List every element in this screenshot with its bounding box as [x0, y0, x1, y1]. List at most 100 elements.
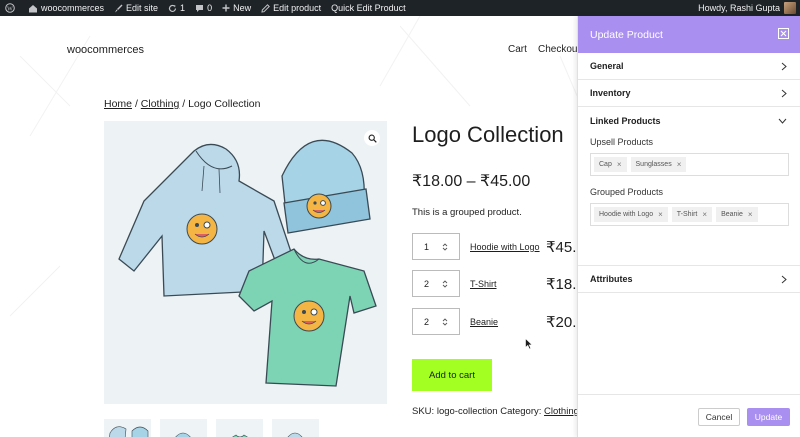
gallery-thumbnail[interactable]	[104, 419, 151, 437]
panel-header: Update Product	[578, 16, 800, 53]
svg-text:W: W	[7, 6, 13, 12]
quantity-value: 2	[424, 278, 430, 289]
spinner-icon[interactable]	[442, 279, 448, 289]
update-button[interactable]: Update	[747, 408, 790, 426]
breadcrumb-category[interactable]: Clothing	[141, 98, 180, 110]
comment-icon	[196, 4, 204, 12]
token-label: T-Shirt	[676, 211, 698, 218]
admin-howdy: Howdy, Rashi Gupta	[698, 3, 780, 13]
section-attributes-label: Attributes	[590, 274, 633, 284]
category-label: Category:	[500, 406, 542, 417]
breadcrumb-separator: /	[182, 98, 186, 110]
chevron-down-icon	[778, 118, 787, 124]
admin-edit-site[interactable]: Edit site	[109, 0, 163, 16]
remove-token-icon[interactable]: ×	[748, 210, 753, 219]
zoom-button[interactable]	[364, 130, 380, 146]
admin-site-name[interactable]: woocommerces	[23, 0, 109, 16]
remove-token-icon[interactable]: ×	[702, 210, 707, 219]
grouped-label: Grouped Products	[590, 187, 664, 197]
admin-new[interactable]: New	[217, 0, 256, 16]
magnifier-icon	[368, 134, 377, 143]
section-inventory[interactable]: Inventory	[578, 80, 800, 107]
sku-label: SKU:	[412, 406, 435, 417]
grouped-item-link[interactable]: Hoodie with Logo	[470, 242, 546, 252]
admin-edit-product[interactable]: Edit product	[256, 0, 326, 16]
remove-token-icon[interactable]: ×	[617, 160, 622, 169]
grouped-item-price: ₹45.	[546, 238, 577, 256]
section-linked-products[interactable]: Linked Products	[578, 107, 800, 134]
category-link[interactable]: Clothing	[544, 406, 579, 417]
grouped-item-link[interactable]: T-Shirt	[470, 279, 546, 289]
section-general-label: General	[590, 61, 624, 71]
product-price: ₹18.00 – ₹45.00	[412, 173, 531, 190]
site-title[interactable]: woocommerces	[67, 44, 144, 56]
section-attributes[interactable]: Attributes	[578, 266, 800, 293]
product-illustration	[118, 139, 377, 387]
section-linked-label: Linked Products	[590, 115, 661, 126]
nav-cart[interactable]: Cart	[508, 44, 527, 55]
grouped-item-row: 1 Hoodie with Logo ₹45.	[412, 233, 576, 260]
close-button[interactable]	[778, 28, 789, 39]
pencil-icon	[261, 3, 271, 13]
breadcrumb-home[interactable]: Home	[104, 98, 132, 110]
quantity-stepper[interactable]: 1	[412, 233, 460, 260]
upsell-token-field[interactable]: Cap × Sunglasses ×	[590, 153, 789, 176]
gallery-thumbnail[interactable]	[216, 419, 263, 437]
spinner-icon[interactable]	[442, 242, 448, 252]
thumbnail-illustration	[175, 432, 191, 437]
token-label: Beanie	[721, 211, 743, 218]
nav-checkout[interactable]: Checkout	[538, 44, 580, 55]
panel-footer: Cancel Update	[578, 394, 800, 437]
product-description: This is a grouped product.	[412, 207, 522, 218]
admin-comments[interactable]: 0	[190, 0, 217, 16]
product-title: Logo Collection	[412, 122, 564, 147]
spinner-icon[interactable]	[442, 317, 448, 327]
quantity-stepper[interactable]: 2	[412, 270, 460, 297]
close-icon	[780, 30, 787, 37]
grouped-item-row: 2 Beanie ₹20.	[412, 308, 576, 335]
breadcrumb-separator: /	[134, 98, 138, 110]
admin-quick-edit-label: Quick Edit Product	[331, 3, 406, 13]
wordpress-logo-icon[interactable]: W	[0, 0, 23, 16]
quantity-stepper[interactable]: 2	[412, 308, 460, 335]
mouse-cursor-icon	[525, 338, 533, 350]
gallery-thumbnails	[104, 419, 319, 437]
upsell-label: Upsell Products	[590, 137, 654, 147]
admin-quick-edit[interactable]: Quick Edit Product	[326, 0, 411, 16]
gallery-thumbnail[interactable]	[160, 419, 207, 437]
thumbnail-illustration	[232, 434, 248, 437]
token: T-Shirt ×	[671, 207, 713, 222]
admin-bar: W woocommerces Edit site 1 0 New Edit pr…	[0, 0, 800, 16]
token: Hoodie with Logo ×	[594, 207, 668, 222]
chevron-right-icon	[781, 89, 787, 97]
section-general[interactable]: General	[578, 53, 800, 80]
remove-token-icon[interactable]: ×	[658, 210, 663, 219]
linked-products-body: Upsell Products Cap × Sunglasses × Group…	[578, 134, 800, 266]
quick-edit-panel: Update Product General Inventory Linked …	[577, 16, 800, 437]
admin-account[interactable]: Howdy, Rashi Gupta	[693, 0, 800, 16]
admin-updates-count: 1	[180, 3, 186, 13]
grouped-token-field[interactable]: Hoodie with Logo × T-Shirt × Beanie ×	[590, 203, 789, 226]
breadcrumb: Home / Clothing / Logo Collection	[104, 98, 260, 110]
refresh-icon	[168, 4, 177, 12]
token: Cap ×	[594, 157, 627, 172]
token: Beanie ×	[716, 207, 758, 222]
gallery-thumbnail[interactable]	[272, 419, 319, 437]
grouped-item-link[interactable]: Beanie	[470, 317, 546, 327]
product-meta: SKU: logo-collection Category: Clothing	[412, 406, 579, 417]
quantity-value: 1	[424, 241, 430, 252]
remove-token-icon[interactable]: ×	[677, 160, 682, 169]
admin-comments-count: 0	[207, 3, 213, 13]
token-label: Hoodie with Logo	[599, 211, 654, 218]
admin-updates[interactable]: 1	[163, 0, 190, 16]
admin-edit-site-label: Edit site	[126, 3, 159, 13]
chevron-right-icon	[781, 275, 787, 283]
admin-edit-product-label: Edit product	[273, 3, 322, 13]
section-inventory-label: Inventory	[590, 88, 631, 98]
product-image[interactable]	[104, 121, 387, 404]
add-to-cart-button[interactable]: Add to cart	[412, 359, 492, 391]
thumbnail-illustration	[287, 432, 303, 437]
panel-title: Update Product	[590, 28, 663, 41]
grouped-item-price: ₹20.	[546, 313, 577, 331]
cancel-button[interactable]: Cancel	[698, 408, 740, 426]
